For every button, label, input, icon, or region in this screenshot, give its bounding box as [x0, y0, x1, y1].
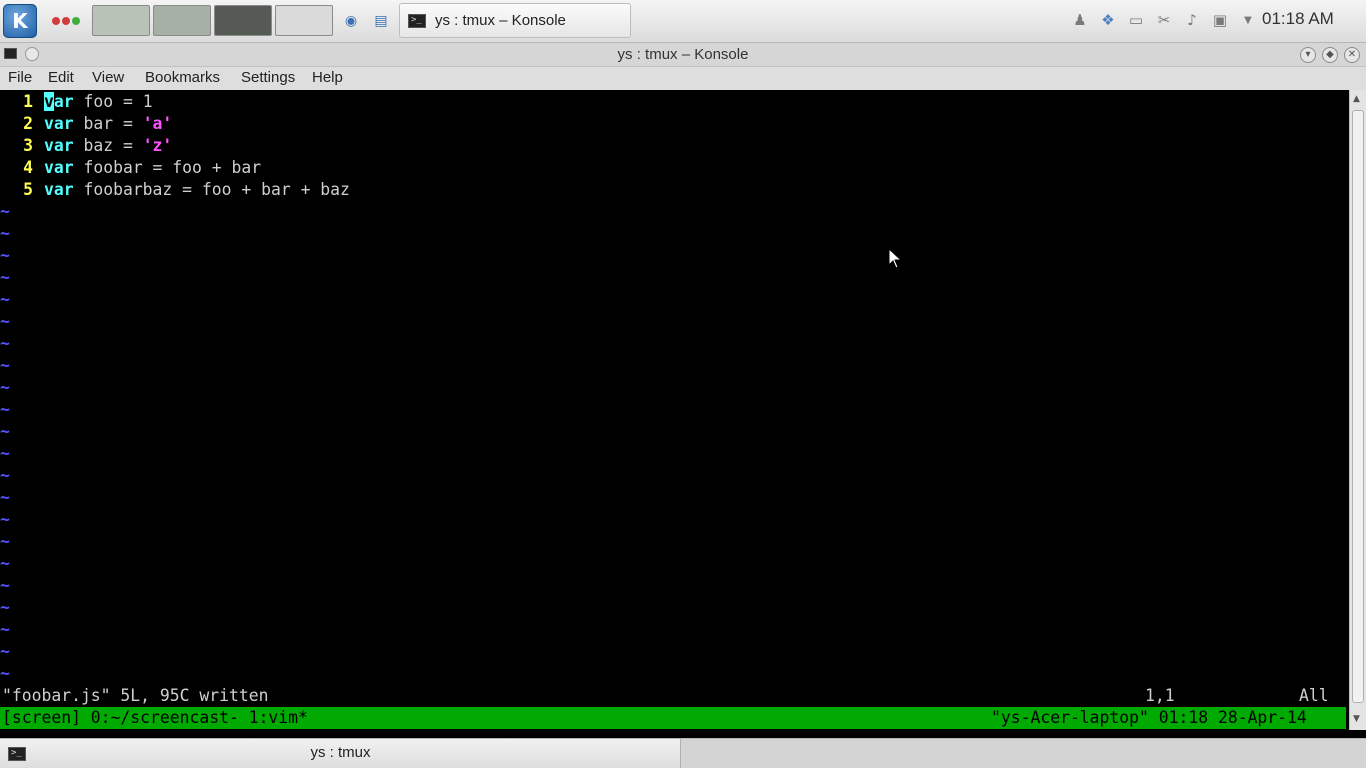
text-cursor: v: [44, 92, 54, 111]
kde-launcher-icon[interactable]: K: [3, 4, 37, 38]
menu-settings[interactable]: Settings: [241, 69, 295, 86]
keyword: var: [44, 180, 74, 199]
string-literal: 'z': [142, 136, 173, 155]
terminal-icon: >_: [408, 13, 426, 28]
empty-line-marker: ~: [0, 290, 10, 309]
terminal-scrollbar[interactable]: ▲ ▼: [1349, 90, 1366, 730]
empty-line-marker: ~: [0, 444, 10, 463]
tmux-window-list: [screen] 0:~/screencast- 1:vim*: [2, 708, 308, 727]
code-text: bar =: [73, 114, 143, 133]
empty-line-marker: ~: [0, 466, 10, 485]
clock[interactable]: 01:18 AM: [1262, 9, 1334, 29]
window-titlebar[interactable]: ys : tmux – Konsole ▾ ◆ ✕: [0, 43, 1366, 67]
code-line: 5 var foobarbaz = foo + bar + baz: [0, 179, 350, 201]
code-text: foobarbaz = foo + bar + baz: [73, 180, 350, 199]
dropbox-icon[interactable]: ❖: [1098, 10, 1118, 30]
menu-file[interactable]: File: [8, 69, 32, 86]
desktop-4[interactable]: [275, 5, 333, 36]
tab-label: ys : tmux: [310, 744, 371, 761]
top-panel: K ◉ ▤ >_ ys : tmux – Konsole ♟ ❖ ▭ ✂ ♪ ▣…: [0, 0, 1366, 43]
empty-line-marker: ~: [0, 576, 10, 595]
red-dot-icon: [62, 17, 70, 25]
scroll-up-icon[interactable]: ▲: [1353, 94, 1363, 104]
code-line: 4 var foobar = foo + bar: [0, 157, 261, 179]
code-text: baz =: [73, 136, 143, 155]
menu-bookmarks[interactable]: Bookmarks: [145, 69, 220, 86]
volume-icon[interactable]: ♪: [1182, 10, 1202, 30]
chevron-down-icon[interactable]: ▼: [1238, 10, 1258, 30]
empty-line-marker: ~: [0, 488, 10, 507]
activity-dots[interactable]: [52, 17, 80, 25]
mouse-pointer-icon: [888, 248, 903, 269]
network-icon[interactable]: ▣: [1210, 10, 1230, 30]
line-number: 4: [23, 158, 33, 177]
empty-line-marker: ~: [0, 268, 10, 287]
minimize-button[interactable]: ▾: [1300, 47, 1316, 63]
tab-tmux[interactable]: >_ ys : tmux: [0, 739, 681, 768]
vim-message: "foobar.js" 5L, 95C written: [2, 686, 269, 705]
empty-line-marker: ~: [0, 356, 10, 375]
empty-line-marker: ~: [0, 510, 10, 529]
empty-line-marker: ~: [0, 532, 10, 551]
desktop-pager: [92, 5, 333, 36]
empty-line-marker: ~: [0, 246, 10, 265]
code-line: 1 var foo = 1: [0, 91, 153, 113]
empty-line-marker: ~: [0, 224, 10, 243]
taskbar-konsole-task[interactable]: >_ ys : tmux – Konsole: [399, 3, 631, 38]
menu-help[interactable]: Help: [312, 69, 343, 86]
line-number: 2: [23, 114, 33, 133]
close-button[interactable]: ✕: [1344, 47, 1360, 63]
keyword: var: [44, 136, 74, 155]
keyword: var: [44, 158, 74, 177]
system-tray: ♟ ❖ ▭ ✂ ♪ ▣ ▼: [1070, 10, 1258, 30]
menu-view[interactable]: View: [92, 69, 124, 86]
empty-line-marker: ~: [0, 620, 10, 639]
konsole-tab-bar: >_ ys : tmux: [0, 738, 1366, 768]
line-number: 5: [23, 180, 33, 199]
tmux-status-right: "ys-Acer-laptop" 01:18 28-Apr-14: [991, 708, 1307, 727]
browser-icon[interactable]: ◉: [342, 12, 360, 30]
empty-line-marker: ~: [0, 664, 10, 683]
calendar-icon[interactable]: ▤: [372, 12, 390, 30]
empty-line-marker: ~: [0, 334, 10, 353]
desktop-1[interactable]: [92, 5, 150, 36]
empty-line-marker: ~: [0, 642, 10, 661]
red-dot-icon: [52, 17, 60, 25]
empty-line-marker: ~: [0, 400, 10, 419]
tux-icon[interactable]: ♟: [1070, 10, 1090, 30]
tmux-status-bar: [screen] 0:~/screencast- 1:vim* "ys-Acer…: [0, 707, 1346, 729]
terminal-area[interactable]: 1 var foo = 1 2 var bar = 'a' 3 var baz = '…: [0, 90, 1349, 730]
string-literal: 'a': [142, 114, 173, 133]
scrollbar-thumb[interactable]: [1352, 110, 1364, 703]
keyboard-icon[interactable]: ▭: [1126, 10, 1146, 30]
empty-line-marker: ~: [0, 598, 10, 617]
line-number: 1: [23, 92, 33, 111]
code-line: 2 var bar = 'a': [0, 113, 172, 135]
task-label: ys : tmux – Konsole: [435, 12, 566, 29]
keyword: var: [44, 114, 74, 133]
desktop-3[interactable]: [214, 5, 272, 36]
keyword: var: [44, 92, 74, 111]
empty-line-marker: ~: [0, 202, 10, 221]
window-title: ys : tmux – Konsole: [617, 46, 749, 63]
empty-line-marker: ~: [0, 554, 10, 573]
desktop-2[interactable]: [153, 5, 211, 36]
empty-line-marker: ~: [0, 378, 10, 397]
empty-line-marker: ~: [0, 312, 10, 331]
green-dot-icon: [72, 17, 80, 25]
code-text: foobar = foo + bar: [73, 158, 262, 177]
empty-line-marker: ~: [0, 422, 10, 441]
menu-edit[interactable]: Edit: [48, 69, 74, 86]
cursor-position: 1,1: [1145, 686, 1175, 705]
maximize-button[interactable]: ◆: [1322, 47, 1338, 63]
menubar: File Edit View Bookmarks Settings Help: [0, 67, 1366, 90]
line-number: 3: [23, 136, 33, 155]
code-line: 3 var baz = 'z': [0, 135, 172, 157]
scroll-down-icon[interactable]: ▼: [1353, 714, 1363, 724]
code-text: foo = 1: [73, 92, 153, 111]
scroll-indicator: All: [1299, 686, 1329, 705]
scissors-icon[interactable]: ✂: [1154, 10, 1174, 30]
